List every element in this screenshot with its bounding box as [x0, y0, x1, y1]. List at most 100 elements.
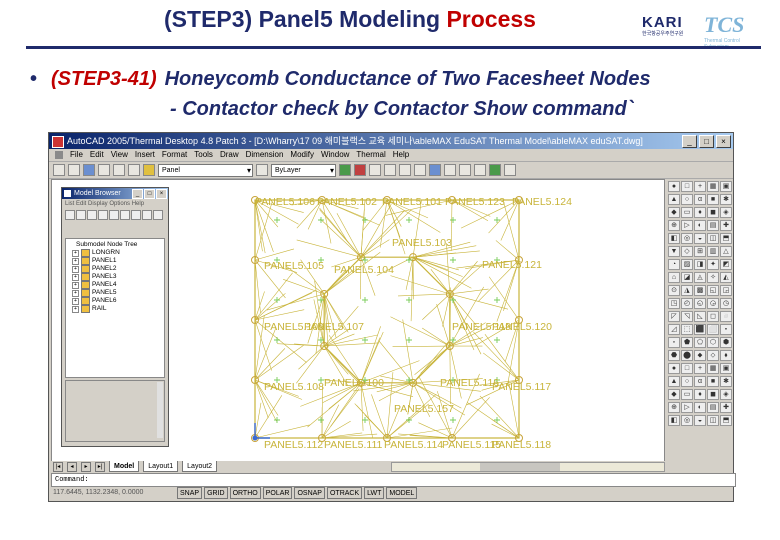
thermal-tool-icon[interactable]: ▷ — [681, 402, 693, 413]
thermal-tool-icon[interactable]: ◸ — [668, 311, 680, 322]
horizontal-scrollbar[interactable] — [391, 462, 665, 472]
thermal-tool-icon[interactable]: + — [694, 181, 706, 192]
thermal-tool-icon[interactable]: ⬜ — [707, 324, 719, 335]
thermal-tool-icon[interactable]: ▲ — [668, 376, 680, 387]
browser-tool-icon[interactable] — [142, 210, 152, 220]
close-button[interactable]: × — [716, 135, 731, 148]
expand-icon[interactable]: + — [72, 258, 79, 265]
window-titlebar[interactable]: AutoCAD 2005/Thermal Desktop 4.8 Patch 3… — [49, 133, 733, 149]
thermal-tool-icon[interactable]: ✚ — [720, 220, 732, 231]
thermal-tool-icon[interactable]: ◷ — [720, 298, 732, 309]
thermal-node-icon[interactable] — [339, 164, 351, 176]
thermal-tool-icon[interactable]: ⬥ — [694, 350, 706, 361]
expand-icon[interactable]: + — [72, 250, 79, 257]
thermal-tool-icon[interactable]: ▦ — [707, 181, 719, 192]
thermal-tool-icon[interactable]: ◧ — [668, 233, 680, 244]
thermal-tool-icon[interactable]: ● — [668, 181, 680, 192]
tree-item-rail[interactable]: + RAIL — [66, 305, 164, 313]
thermal-tool-icon[interactable]: ◼ — [707, 207, 719, 218]
thermal-tool-icon[interactable]: ▲ — [668, 194, 680, 205]
thermal-tool-icon[interactable]: ◒ — [694, 415, 706, 426]
thermal-tool-icon[interactable]: ◫ — [707, 415, 719, 426]
browser-tool-icon[interactable] — [153, 210, 163, 220]
browser-tool-icon[interactable] — [109, 210, 119, 220]
thermal-tool-icon[interactable]: ⊙ — [668, 285, 680, 296]
thermal-tool-icon[interactable]: △ — [720, 246, 732, 257]
thermal-tool-icon[interactable]: ✚ — [720, 402, 732, 413]
browser-tool-icon[interactable] — [120, 210, 130, 220]
new-icon[interactable] — [53, 164, 65, 176]
command-line[interactable]: Command: — [51, 473, 736, 487]
maximize-button[interactable]: □ — [699, 135, 714, 148]
thermal-tool-icon[interactable]: ⬠ — [694, 337, 706, 348]
thermal-tool-icon[interactable]: ◎ — [681, 415, 693, 426]
thermal-tool-icon[interactable]: ◎ — [681, 233, 693, 244]
thermal-tool-icon[interactable]: ◔ — [668, 259, 680, 270]
model-browser-menu[interactable]: List Edit Display Options Help — [62, 199, 168, 209]
thermal-tool-icon[interactable]: ◹ — [681, 311, 693, 322]
thermal-tool-icon[interactable]: ⬝ — [720, 324, 732, 335]
menu-insert[interactable]: Insert — [135, 149, 155, 161]
thermal-tool-icon[interactable]: ▥ — [707, 246, 719, 257]
thermal-tool-icon[interactable]: ✦ — [707, 259, 719, 270]
thermal-tool-icon[interactable]: ▤ — [707, 220, 719, 231]
thermal-tool-icon[interactable]: □ — [681, 363, 693, 374]
thermal-tool-icon[interactable]: ▣ — [720, 363, 732, 374]
browser-tool-icon[interactable] — [87, 210, 97, 220]
thermal-tool-icon[interactable]: ⬡ — [707, 337, 719, 348]
thermal-tool-icon[interactable]: ◳ — [668, 298, 680, 309]
thermal-conductor-icon[interactable] — [354, 164, 366, 176]
thermal-tool-icon[interactable]: ⊕ — [668, 402, 680, 413]
thermal-tool-icon[interactable]: ▷ — [681, 220, 693, 231]
thermal-tool-icon[interactable]: ⬟ — [681, 337, 693, 348]
status-lwt[interactable]: LWT — [364, 487, 384, 499]
thermal-tool-icon[interactable]: ▨ — [681, 259, 693, 270]
browser-tool-icon[interactable] — [65, 210, 75, 220]
thermal-tool-icon[interactable]: ⬒ — [720, 415, 732, 426]
prev-tab-icon[interactable]: ◂ — [67, 462, 77, 472]
scroll-thumb[interactable] — [480, 463, 560, 471]
thermal-tool-icon[interactable]: ⬣ — [668, 350, 680, 361]
last-tab-icon[interactable]: ▸| — [95, 462, 105, 472]
thermal-tool-icon[interactable]: ♦ — [694, 389, 706, 400]
tree-item-panel3[interactable]: + PANEL3 — [66, 273, 164, 281]
status-grid[interactable]: GRID — [204, 487, 228, 499]
thermal-tool-icon[interactable]: ■ — [707, 194, 719, 205]
thermal-tool-icon[interactable]: ⬞ — [668, 337, 680, 348]
layer-prev-icon[interactable] — [256, 164, 268, 176]
thermal-tool-icon[interactable]: ✧ — [707, 272, 719, 283]
first-tab-icon[interactable]: |◂ — [53, 462, 63, 472]
thermal-tool-icon[interactable]: ◴ — [681, 298, 693, 309]
thermal-tool-icon[interactable]: ○ — [681, 376, 693, 387]
thermal-tool-icon[interactable]: ◈ — [720, 389, 732, 400]
thermal-tool-icon[interactable]: ◽ — [720, 311, 732, 322]
postprocess-icon[interactable] — [444, 164, 456, 176]
redo-icon[interactable] — [113, 164, 125, 176]
thermal-tool-icon[interactable]: ▭ — [681, 389, 693, 400]
thermal-tool-icon[interactable]: ■ — [707, 376, 719, 387]
menu-draw[interactable]: Draw — [220, 149, 239, 161]
menu-window[interactable]: Window — [321, 149, 349, 161]
thermal-tool-icon[interactable]: ◻ — [707, 311, 719, 322]
model-browser-titlebar[interactable]: Model Browser _ □ × — [62, 188, 168, 199]
tab-layout1[interactable]: Layout1 — [143, 461, 178, 472]
thermal-tool-icon[interactable]: ◺ — [694, 311, 706, 322]
orbit-icon[interactable] — [474, 164, 486, 176]
thermal-tool-icon[interactable]: ✱ — [720, 376, 732, 387]
thermal-tool-icon[interactable]: ◼ — [707, 389, 719, 400]
thermal-tool-icon[interactable]: ⌂ — [668, 272, 680, 283]
thermal-tool-icon[interactable]: ◆ — [668, 207, 680, 218]
thermal-tool-icon[interactable]: ▤ — [707, 402, 719, 413]
thermal-tool-icon[interactable]: ◲ — [720, 285, 732, 296]
browser-maximize-button[interactable]: □ — [144, 189, 155, 199]
thermal-tool-icon[interactable]: ◮ — [681, 285, 693, 296]
thermal-tool-icon[interactable]: ⊞ — [694, 246, 706, 257]
browser-close-button[interactable]: × — [156, 189, 167, 199]
browser-minimize-button[interactable]: _ — [132, 189, 143, 199]
thermal-tool-icon[interactable]: ◧ — [668, 415, 680, 426]
layer-state-icon[interactable] — [143, 164, 155, 176]
thermal-tool-icon[interactable]: ◐ — [694, 220, 706, 231]
thermal-tool-icon[interactable]: ▣ — [720, 181, 732, 192]
detail-scrollbar[interactable] — [157, 382, 163, 438]
browser-tool-icon[interactable] — [76, 210, 86, 220]
